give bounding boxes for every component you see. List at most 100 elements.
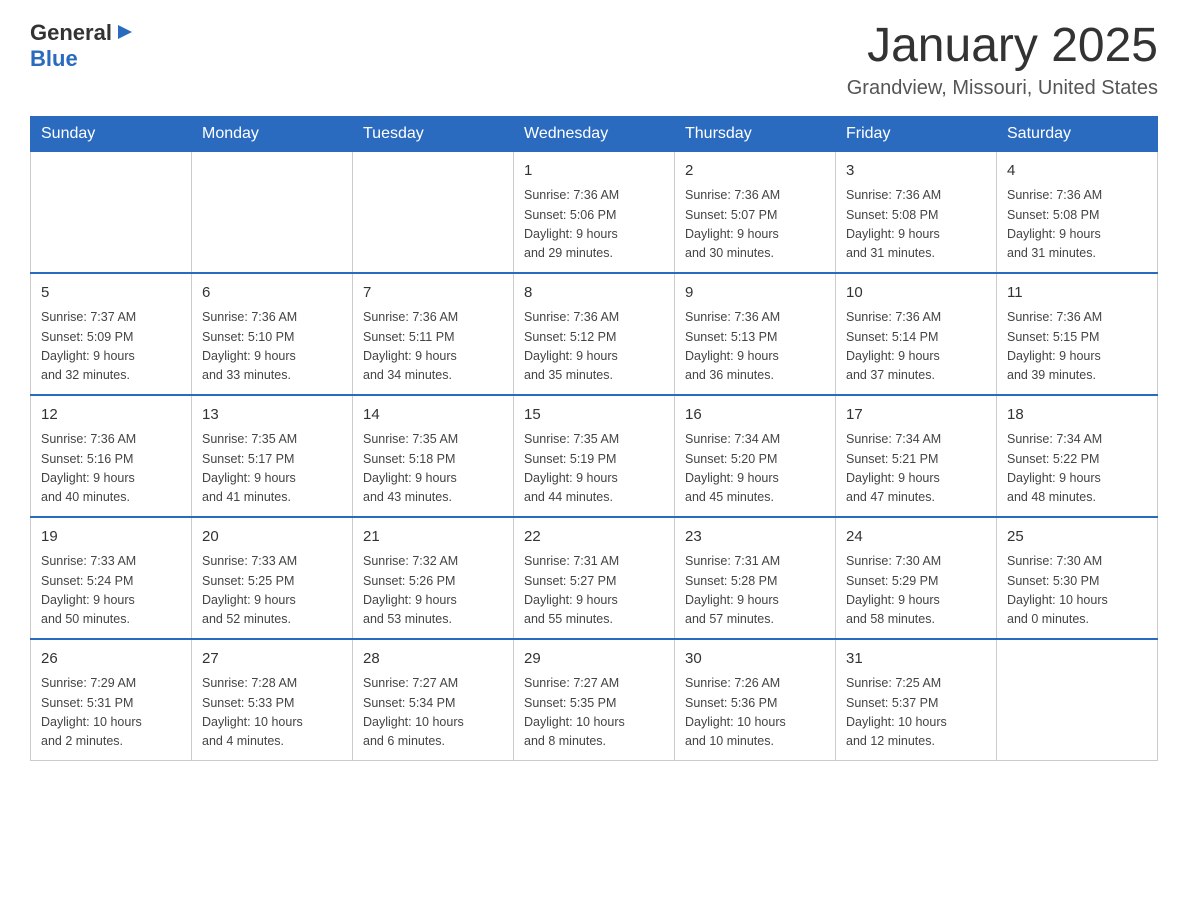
day-info: Sunrise: 7:36 AMSunset: 5:14 PMDaylight:… <box>846 308 986 386</box>
day-info: Sunrise: 7:29 AMSunset: 5:31 PMDaylight:… <box>41 674 181 752</box>
calendar-week-2: 5Sunrise: 7:37 AMSunset: 5:09 PMDaylight… <box>31 273 1158 395</box>
calendar-header-wednesday: Wednesday <box>514 116 675 151</box>
calendar-cell <box>31 151 192 273</box>
day-number: 29 <box>524 648 664 671</box>
day-info: Sunrise: 7:36 AMSunset: 5:15 PMDaylight:… <box>1007 308 1147 386</box>
calendar-cell: 25Sunrise: 7:30 AMSunset: 5:30 PMDayligh… <box>997 517 1158 639</box>
day-number: 18 <box>1007 404 1147 427</box>
calendar-cell: 31 Sunrise: 7:25 AMSunset: 5:37 PMDayligh… <box>836 639 997 761</box>
calendar-header-tuesday: Tuesday <box>353 116 514 151</box>
page-header: General Blue January 2025 Grandview, Mis… <box>30 20 1158 100</box>
day-number: 30 <box>685 648 825 671</box>
day-number: 31 <box>846 648 986 671</box>
calendar-cell <box>997 639 1158 761</box>
day-number: 6 <box>202 282 342 305</box>
calendar-week-4: 19 Sunrise: 7:33 AMSunset: 5:24 PMDayligh… <box>31 517 1158 639</box>
logo-blue-text: Blue <box>30 46 78 71</box>
day-number: 12 <box>41 404 181 427</box>
calendar-cell: 3 Sunrise: 7:36 AMSunset: 5:08 PMDaylight… <box>836 151 997 273</box>
day-info: Sunrise: 7:25 AMSunset: 5:37 PMDaylight:… <box>846 674 986 752</box>
day-info: Sunrise: 7:36 AMSunset: 5:10 PMDaylight:… <box>202 308 342 386</box>
day-number: 16 <box>685 404 825 427</box>
calendar-header-saturday: Saturday <box>997 116 1158 151</box>
calendar-cell: 16 Sunrise: 7:34 AMSunset: 5:20 PMDayligh… <box>675 395 836 517</box>
calendar-cell: 19 Sunrise: 7:33 AMSunset: 5:24 PMDayligh… <box>31 517 192 639</box>
calendar-cell: 27 Sunrise: 7:28 AMSunset: 5:33 PMDayligh… <box>192 639 353 761</box>
day-number: 10 <box>846 282 986 305</box>
calendar-cell <box>353 151 514 273</box>
day-info: Sunrise: 7:35 AMSunset: 5:18 PMDaylight:… <box>363 430 503 508</box>
day-info: Sunrise: 7:35 AMSunset: 5:19 PMDaylight:… <box>524 430 664 508</box>
day-info: Sunrise: 7:34 AMSunset: 5:20 PMDaylight:… <box>685 430 825 508</box>
day-info: Sunrise: 7:28 AMSunset: 5:33 PMDaylight:… <box>202 674 342 752</box>
title-section: January 2025 Grandview, Missouri, United… <box>847 20 1158 100</box>
calendar-week-5: 26 Sunrise: 7:29 AMSunset: 5:31 PMDayligh… <box>31 639 1158 761</box>
day-number: 8 <box>524 282 664 305</box>
day-info: Sunrise: 7:27 AMSunset: 5:35 PMDaylight:… <box>524 674 664 752</box>
day-info: Sunrise: 7:34 AMSunset: 5:22 PMDaylight:… <box>1007 430 1147 508</box>
calendar-cell: 2 Sunrise: 7:36 AMSunset: 5:07 PMDaylight… <box>675 151 836 273</box>
calendar-table: SundayMondayTuesdayWednesdayThursdayFrid… <box>30 116 1158 761</box>
day-info: Sunrise: 7:36 AMSunset: 5:16 PMDaylight:… <box>41 430 181 508</box>
calendar-cell: 6 Sunrise: 7:36 AMSunset: 5:10 PMDaylight… <box>192 273 353 395</box>
calendar-cell: 21 Sunrise: 7:32 AMSunset: 5:26 PMDayligh… <box>353 517 514 639</box>
month-title: January 2025 <box>847 20 1158 73</box>
calendar-cell: 8 Sunrise: 7:36 AMSunset: 5:12 PMDaylight… <box>514 273 675 395</box>
calendar-week-1: 1 Sunrise: 7:36 AMSunset: 5:06 PMDaylight… <box>31 151 1158 273</box>
day-info: Sunrise: 7:36 AMSunset: 5:06 PMDaylight:… <box>524 186 664 264</box>
day-number: 20 <box>202 526 342 549</box>
calendar-header-monday: Monday <box>192 116 353 151</box>
logo-arrow-icon <box>114 21 136 43</box>
day-number: 9 <box>685 282 825 305</box>
calendar-cell: 12 Sunrise: 7:36 AMSunset: 5:16 PMDayligh… <box>31 395 192 517</box>
calendar-cell: 29 Sunrise: 7:27 AMSunset: 5:35 PMDayligh… <box>514 639 675 761</box>
calendar-cell: 7Sunrise: 7:36 AMSunset: 5:11 PMDaylight… <box>353 273 514 395</box>
day-info: Sunrise: 7:33 AMSunset: 5:24 PMDaylight:… <box>41 552 181 630</box>
calendar-cell: 11 Sunrise: 7:36 AMSunset: 5:15 PMDayligh… <box>997 273 1158 395</box>
calendar-cell: 28 Sunrise: 7:27 AMSunset: 5:34 PMDayligh… <box>353 639 514 761</box>
day-number: 24 <box>846 526 986 549</box>
calendar-week-3: 12 Sunrise: 7:36 AMSunset: 5:16 PMDayligh… <box>31 395 1158 517</box>
calendar-cell: 1 Sunrise: 7:36 AMSunset: 5:06 PMDaylight… <box>514 151 675 273</box>
day-info: Sunrise: 7:27 AMSunset: 5:34 PMDaylight:… <box>363 674 503 752</box>
calendar-cell: 14 Sunrise: 7:35 AMSunset: 5:18 PMDayligh… <box>353 395 514 517</box>
day-number: 22 <box>524 526 664 549</box>
calendar-cell: 15 Sunrise: 7:35 AMSunset: 5:19 PMDayligh… <box>514 395 675 517</box>
day-info: Sunrise: 7:33 AMSunset: 5:25 PMDaylight:… <box>202 552 342 630</box>
day-info: Sunrise: 7:36 AMSunset: 5:12 PMDaylight:… <box>524 308 664 386</box>
day-number: 1 <box>524 160 664 183</box>
day-info: Sunrise: 7:36 AMSunset: 5:08 PMDaylight:… <box>1007 186 1147 264</box>
day-number: 7 <box>363 282 503 305</box>
day-info: Sunrise: 7:35 AMSunset: 5:17 PMDaylight:… <box>202 430 342 508</box>
calendar-cell: 20 Sunrise: 7:33 AMSunset: 5:25 PMDayligh… <box>192 517 353 639</box>
day-number: 15 <box>524 404 664 427</box>
calendar-cell: 17Sunrise: 7:34 AMSunset: 5:21 PMDayligh… <box>836 395 997 517</box>
day-info: Sunrise: 7:26 AMSunset: 5:36 PMDaylight:… <box>685 674 825 752</box>
day-number: 14 <box>363 404 503 427</box>
day-info: Sunrise: 7:36 AMSunset: 5:08 PMDaylight:… <box>846 186 986 264</box>
logo-general-text: General <box>30 20 112 46</box>
day-number: 13 <box>202 404 342 427</box>
calendar-header-friday: Friday <box>836 116 997 151</box>
day-info: Sunrise: 7:37 AMSunset: 5:09 PMDaylight:… <box>41 308 181 386</box>
day-info: Sunrise: 7:30 AMSunset: 5:30 PMDaylight:… <box>1007 552 1147 630</box>
day-number: 28 <box>363 648 503 671</box>
day-number: 2 <box>685 160 825 183</box>
day-info: Sunrise: 7:31 AMSunset: 5:27 PMDaylight:… <box>524 552 664 630</box>
calendar-cell: 5Sunrise: 7:37 AMSunset: 5:09 PMDaylight… <box>31 273 192 395</box>
day-number: 27 <box>202 648 342 671</box>
day-info: Sunrise: 7:36 AMSunset: 5:07 PMDaylight:… <box>685 186 825 264</box>
calendar-header-sunday: Sunday <box>31 116 192 151</box>
calendar-cell: 26 Sunrise: 7:29 AMSunset: 5:31 PMDayligh… <box>31 639 192 761</box>
day-number: 19 <box>41 526 181 549</box>
day-number: 21 <box>363 526 503 549</box>
day-number: 26 <box>41 648 181 671</box>
day-number: 3 <box>846 160 986 183</box>
day-number: 23 <box>685 526 825 549</box>
day-info: Sunrise: 7:30 AMSunset: 5:29 PMDaylight:… <box>846 552 986 630</box>
day-number: 11 <box>1007 282 1147 305</box>
calendar-cell: 18 Sunrise: 7:34 AMSunset: 5:22 PMDayligh… <box>997 395 1158 517</box>
day-info: Sunrise: 7:32 AMSunset: 5:26 PMDaylight:… <box>363 552 503 630</box>
calendar-cell <box>192 151 353 273</box>
calendar-cell: 23Sunrise: 7:31 AMSunset: 5:28 PMDayligh… <box>675 517 836 639</box>
